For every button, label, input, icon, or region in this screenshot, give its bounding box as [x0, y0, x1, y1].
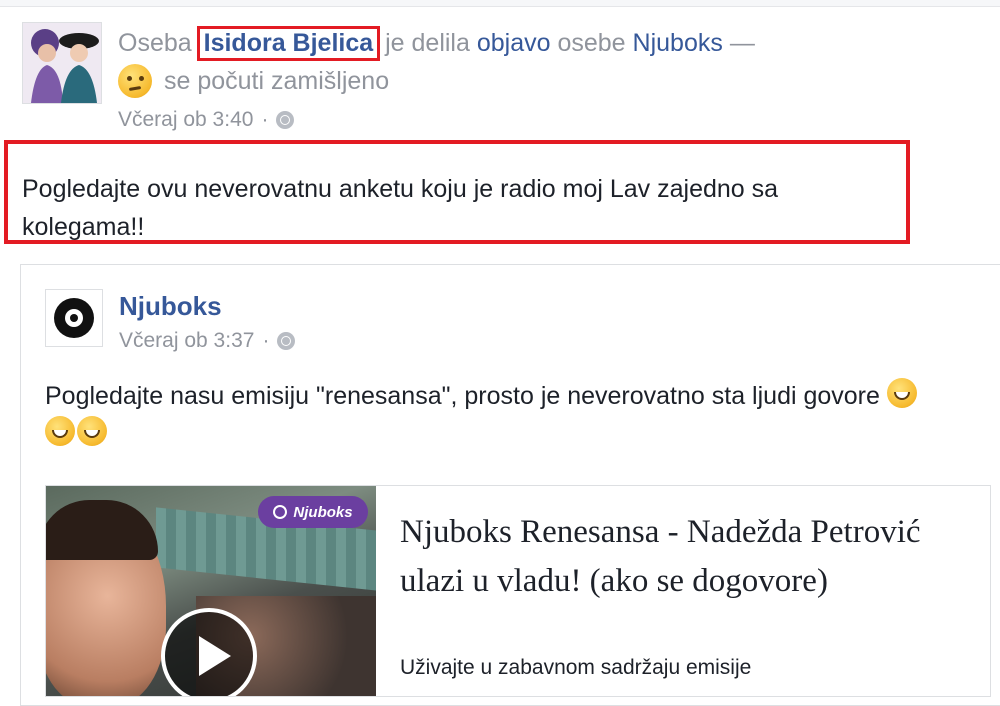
shared-post-link[interactable]: objavo: [477, 29, 551, 57]
globe-icon[interactable]: [276, 111, 295, 129]
feeling-line: se počuti zamišljeno: [118, 64, 389, 98]
shared-page-link[interactable]: Njuboks: [633, 29, 723, 57]
shared-timestamp-row: Včeraj ob 3:37 ·: [119, 329, 296, 353]
njuboks-badge: Njuboks: [258, 496, 368, 528]
shared-post-text: Pogledajte nasu emisiju "renesansa", pro…: [45, 382, 880, 410]
profile-photo: [23, 23, 101, 103]
feeling-text: se počuti zamišljeno: [164, 66, 390, 95]
story-verb: je delila: [385, 29, 470, 57]
post-message: Pogledajte ovu neverovatnu anketu koju j…: [4, 140, 910, 244]
shared-post-card: Njuboks Včeraj ob 3:37 · Pogledajte nasu…: [20, 264, 1000, 706]
grinning-sweat-icon: [886, 378, 917, 408]
story-dash: —: [729, 29, 755, 57]
badge-label: Njuboks: [293, 503, 353, 521]
story-prefix: Oseba: [118, 29, 192, 57]
grinning-sweat-icon: [77, 416, 107, 446]
separator-dot: ·: [261, 108, 269, 131]
globe-icon[interactable]: [277, 332, 296, 350]
thinking-face-icon: [118, 64, 152, 98]
link-preview[interactable]: Njuboks Njuboks Renesansa - Nadežda Petr…: [45, 485, 991, 697]
post-timestamp-row: Včeraj ob 3:40 ·: [118, 108, 295, 132]
play-icon[interactable]: [161, 608, 257, 696]
camera-aperture-icon: [54, 298, 94, 338]
link-title[interactable]: Njuboks Renesansa - Nadežda Petrović ula…: [400, 508, 960, 606]
video-thumbnail[interactable]: Njuboks: [46, 486, 376, 696]
story-header: Oseba Isidora Bjelica je delila objavo o…: [118, 26, 755, 61]
separator-dot: ·: [262, 329, 270, 352]
story-object: osebe: [557, 29, 626, 57]
shared-post-message: Pogledajte nasu emisiju "renesansa", pro…: [45, 377, 945, 453]
profile-avatar[interactable]: [22, 22, 102, 104]
aperture-icon: [273, 505, 288, 519]
link-description: Uživajte u zabavnom sadržaju emisije: [400, 656, 752, 679]
post-timestamp[interactable]: Včeraj ob 3:40: [118, 108, 253, 132]
person-hair: [46, 500, 158, 560]
page-avatar[interactable]: [45, 289, 103, 347]
author-name-link[interactable]: Isidora Bjelica: [196, 26, 381, 61]
shared-timestamp[interactable]: Včeraj ob 3:37: [119, 329, 254, 353]
page-name-link[interactable]: Njuboks: [119, 291, 222, 322]
top-divider: [0, 0, 1000, 7]
grinning-sweat-icon: [45, 416, 75, 446]
